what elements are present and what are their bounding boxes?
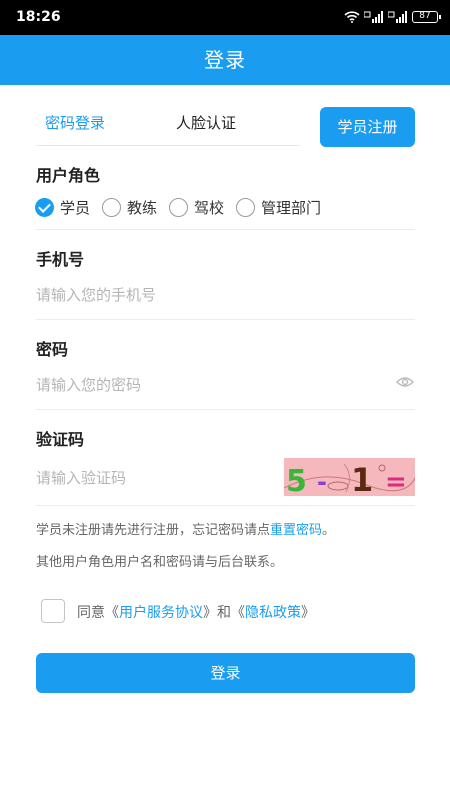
captcha-input[interactable]: 请输入验证码 [36,467,126,488]
role-radio-group: 学员 教练 驾校 管理部门 [35,197,333,217]
privacy-policy-link[interactable]: 隐私政策 [245,605,301,621]
role-option-label: 管理部门 [261,198,322,217]
wifi-icon [344,11,360,23]
radio-unchecked-icon[interactable] [169,197,189,217]
status-icons: 87 [344,9,441,25]
reset-password-link[interactable]: 重置密码 [270,523,322,538]
divider [36,505,415,506]
divider [36,229,415,230]
login-tabs: 密码登录 人脸认证 [36,100,300,146]
tab-password-login[interactable]: 密码登录 [45,112,105,133]
captcha-char: - [317,468,327,496]
phone-input[interactable]: 请输入您的手机号 [36,284,156,305]
status-bar: 18:26 87 [0,0,450,35]
radio-unchecked-icon[interactable] [236,197,256,217]
captcha-char: 5 [286,464,307,496]
captcha-char: = [385,467,407,496]
role-option-admin[interactable]: 管理部门 [236,197,321,218]
battery-icon: 87 [412,11,441,23]
role-label: 用户角色 [36,166,101,185]
captcha-char: 1 [351,461,373,496]
agreement-middle: 》和《 [203,605,245,621]
password-label: 密码 [36,340,69,359]
note-text: 。 [322,523,336,538]
title-bar: 登录 [0,35,450,85]
note-text: 学员未注册请先进行注册，忘记密码请点 [36,523,271,538]
role-option-school[interactable]: 驾校 [169,197,224,218]
agreement-text: 同意《用户服务协议》和《隐私政策》 [77,602,315,622]
radio-checked-icon[interactable] [35,197,54,217]
role-option-label: 驾校 [194,198,225,217]
radio-unchecked-icon[interactable] [102,197,122,217]
signal-hd-icon [364,11,384,23]
status-time: 18:26 [16,9,61,25]
student-register-button[interactable]: 学员注册 [320,107,415,147]
role-option-student[interactable]: 学员 [35,197,90,218]
agreement-checkbox[interactable] [41,599,65,623]
role-option-label: 学员 [60,198,91,217]
role-option-coach[interactable]: 教练 [102,197,157,218]
tab-face-auth[interactable]: 人脸认证 [176,112,236,133]
divider [36,319,415,320]
register-note: 学员未注册请先进行注册，忘记密码请点重置密码。 [36,519,335,538]
service-agreement-link[interactable]: 用户服务协议 [119,605,203,621]
captcha-label: 验证码 [36,430,85,449]
phone-label: 手机号 [36,250,85,269]
agreement-suffix: 》 [301,605,315,621]
eye-icon[interactable] [396,374,414,393]
captcha-image[interactable]: 5 - 1 = [284,458,415,496]
signal-hd-icon [388,11,408,23]
password-input[interactable]: 请输入您的密码 [36,374,141,395]
agreement-prefix: 同意《 [77,605,119,621]
page-title: 登录 [204,48,246,72]
login-button[interactable]: 登录 [36,653,415,693]
contact-note: 其他用户角色用户名和密码请与后台联系。 [36,555,284,570]
divider [36,409,415,410]
role-option-label: 教练 [127,198,158,217]
